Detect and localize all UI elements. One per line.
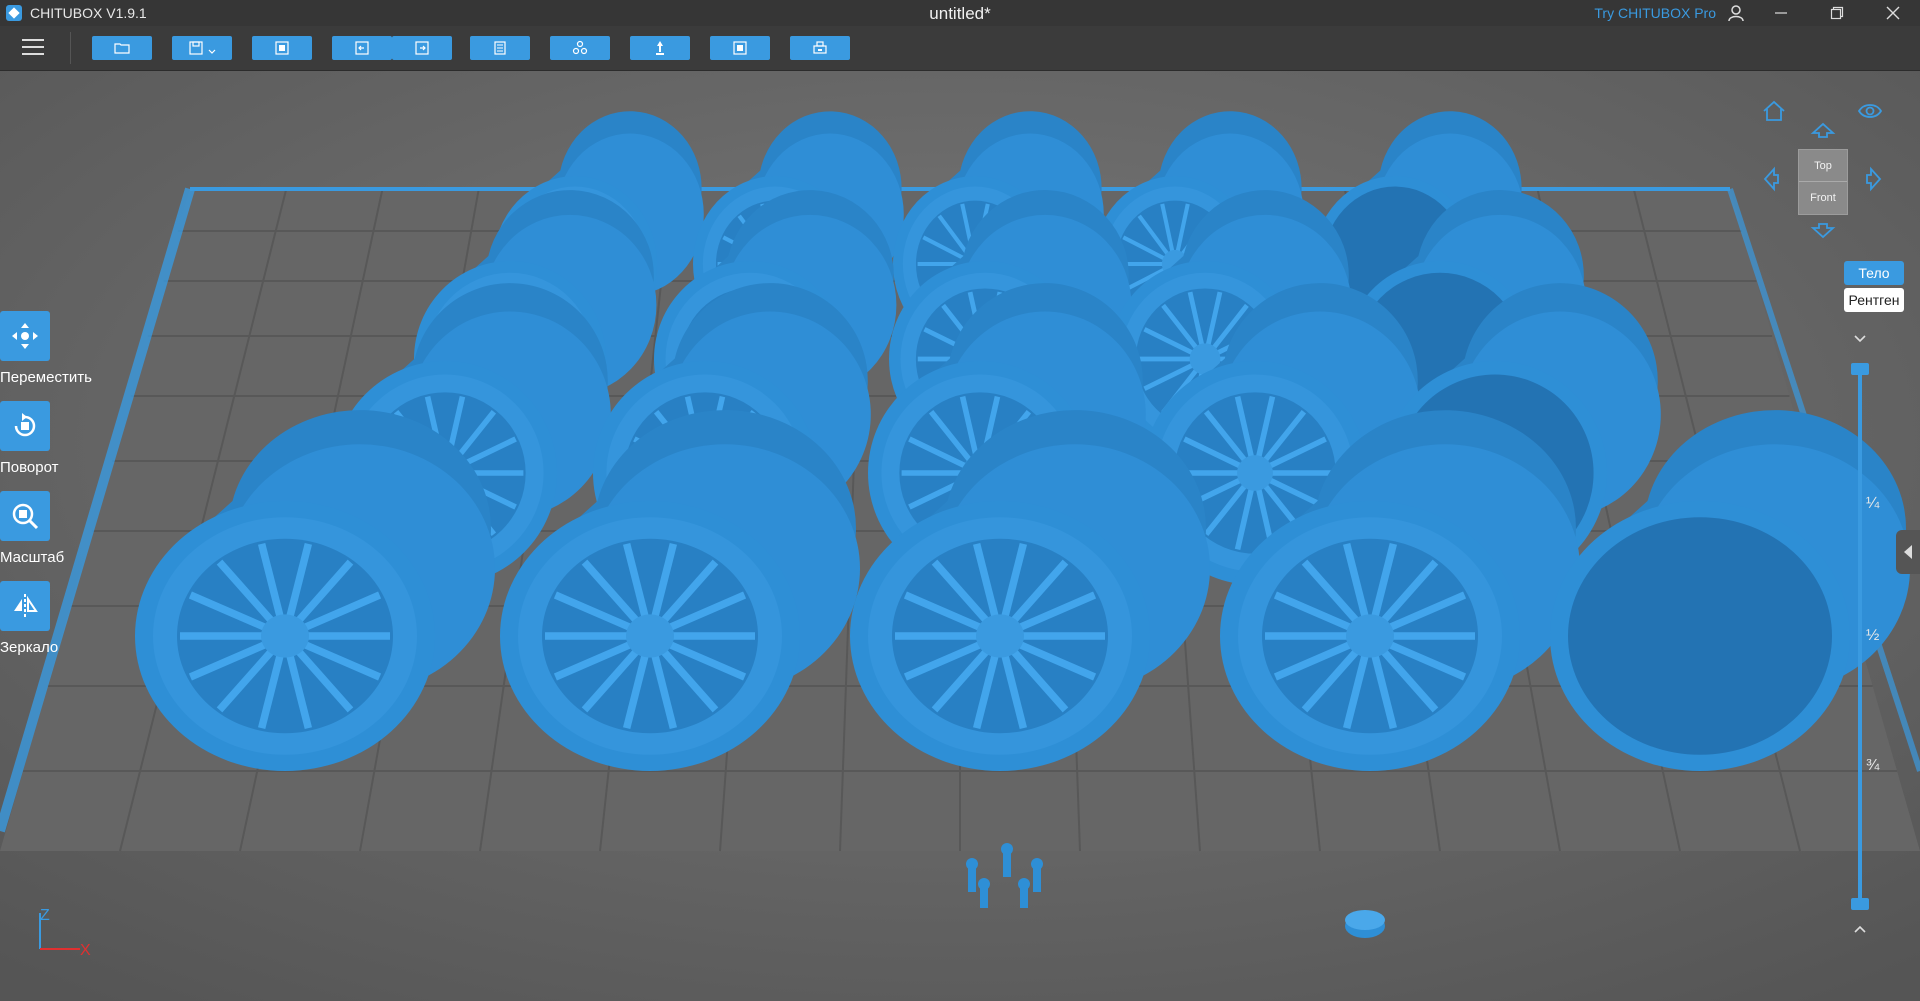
menu-icon[interactable] (22, 38, 44, 56)
3d-viewport[interactable]: Z X Переместить Поворот Масштаб Зеркало … (0, 71, 1920, 1001)
minimize-icon (1775, 12, 1787, 14)
mirror-icon (14, 594, 38, 618)
user-icon[interactable] (1726, 3, 1746, 23)
fit-icon (275, 41, 289, 55)
save-button[interactable] (172, 36, 232, 60)
supports-button[interactable] (630, 36, 690, 60)
chevron-down-icon (208, 49, 216, 54)
toolbar-separator (70, 32, 71, 64)
view-cube[interactable]: Top Front (1798, 149, 1848, 215)
rotate-tool[interactable]: Поворот (0, 401, 100, 476)
redo-icon (415, 41, 429, 55)
move-button[interactable] (0, 311, 50, 361)
scale-label: Масштаб (0, 549, 65, 566)
arrow-left-icon[interactable] (1757, 166, 1783, 192)
mirror-tool[interactable]: Зеркало (0, 581, 100, 656)
fit-view-button[interactable] (252, 36, 312, 60)
arrow-right-icon[interactable] (1862, 166, 1888, 192)
eye-icon[interactable] (1857, 98, 1883, 124)
layer-slider-track[interactable] (1858, 368, 1862, 906)
mirror-button[interactable] (0, 581, 50, 631)
auto-layout-icon (572, 40, 588, 55)
layer-slider-top-handle[interactable] (1851, 363, 1869, 375)
layer-slider-bottom-handle[interactable] (1851, 898, 1869, 910)
build-plate-scene: Z X (0, 71, 1920, 1001)
auto-layout-button[interactable] (550, 36, 610, 60)
side-panel-toggle[interactable] (1896, 530, 1920, 574)
move-label: Переместить (0, 369, 92, 386)
caret-left-icon (1904, 545, 1912, 559)
minimize-button[interactable] (1754, 0, 1808, 26)
maximize-icon (1830, 6, 1844, 20)
hollow-button[interactable] (710, 36, 770, 60)
view-cube-top[interactable]: Top (1799, 150, 1847, 182)
xray-mode-button[interactable]: Рентген (1844, 288, 1904, 312)
scale-icon (12, 503, 39, 530)
mirror-label: Зеркало (0, 639, 59, 656)
move-tool[interactable]: Переместить (0, 311, 100, 386)
arrow-up-icon[interactable] (1810, 116, 1836, 142)
close-icon (1886, 6, 1900, 20)
home-view-icon[interactable] (1761, 98, 1787, 124)
try-pro-link[interactable]: Try CHITUBOX Pro (1594, 5, 1716, 21)
undo-button[interactable] (332, 36, 392, 60)
open-file-icon (114, 43, 130, 54)
scale-button[interactable] (0, 491, 50, 541)
app-name: CHITUBOX V1.9.1 (30, 5, 147, 21)
rotate-button[interactable] (0, 401, 50, 451)
main-toolbar (0, 26, 1920, 71)
axis-x-label: X (80, 942, 91, 959)
body-mode-button[interactable]: Тело (1844, 261, 1904, 285)
move-icon (12, 323, 38, 349)
undo-icon (355, 41, 369, 55)
print-button[interactable] (790, 36, 850, 60)
view-cube-front[interactable]: Front (1799, 182, 1847, 214)
redo-button[interactable] (392, 36, 452, 60)
open-file-button[interactable] (92, 36, 152, 60)
slice-settings-button[interactable] (470, 36, 530, 60)
rotate-label: Поворот (0, 459, 59, 476)
arrow-down-icon[interactable] (1810, 219, 1836, 245)
maximize-button[interactable] (1810, 0, 1864, 26)
chevron-down-icon[interactable] (1847, 329, 1873, 349)
print-icon (813, 41, 827, 54)
slider-half-label: ½ (1866, 627, 1880, 644)
axis-z-label: Z (40, 907, 50, 924)
slider-three-quarter-label: ¾ (1866, 757, 1880, 774)
supports-icon (656, 41, 664, 55)
save-icon (189, 41, 203, 55)
slice-settings-icon (494, 41, 506, 55)
chevron-up-icon[interactable] (1847, 919, 1873, 939)
scale-tool[interactable]: Масштаб (0, 491, 100, 566)
close-button[interactable] (1866, 0, 1920, 26)
slider-quarter-label: ¼ (1866, 495, 1880, 512)
rotate-icon (14, 413, 36, 437)
hollow-icon (733, 41, 747, 55)
chitubox-logo-icon (6, 5, 22, 21)
